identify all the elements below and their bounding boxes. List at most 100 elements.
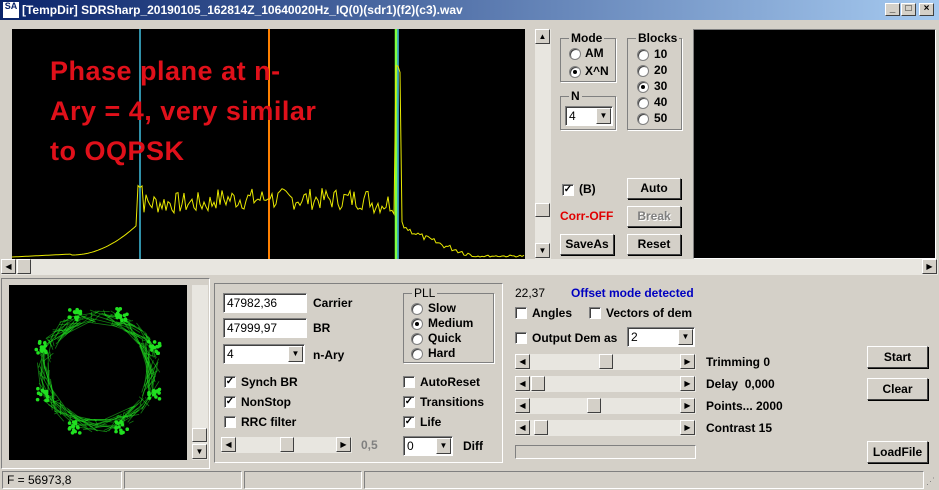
phase-cluster-point [42,347,46,352]
pll-medium-radio[interactable] [411,318,423,330]
phase-cluster-point [67,427,72,431]
maximize-button[interactable]: □ [901,3,916,16]
phase-vscroll-thumb[interactable] [192,428,207,442]
close-button[interactable]: × [919,3,934,16]
rolloff-slider[interactable]: ◀ ▶ [221,437,352,453]
scroll-left-icon[interactable]: ◀ [1,259,16,274]
trimming-slider[interactable]: ◀ ▶ [515,354,696,370]
chevron-down-icon[interactable]: ▼ [288,346,303,362]
scroll-right-icon[interactable]: ▶ [922,259,937,274]
blocks-50-radio[interactable] [637,113,649,125]
minimize-button[interactable]: _ [885,3,900,16]
phase-vscrollbar[interactable]: ▼ [192,285,208,460]
corr-status: Corr-OFF [560,209,614,223]
carrier-input[interactable]: 47982,36 [223,293,307,313]
spectrum-hscrollbar[interactable]: ◀ ▶ [1,259,938,275]
angles-checkbox[interactable] [515,307,527,319]
resize-grip-icon[interactable]: ⋰ [926,476,938,488]
vectors-checkbox[interactable] [589,307,601,319]
scroll-up-icon[interactable]: ▲ [535,29,550,44]
carrier-label: Carrier [313,296,353,310]
reset-button[interactable]: Reset [627,234,681,255]
life-checkbox[interactable]: ✓ [403,416,415,428]
rolloff-right-icon[interactable]: ▶ [336,437,351,452]
diff-value: 0 [407,439,414,453]
nonstop-label: NonStop [241,395,291,409]
delay-left-icon[interactable]: ◀ [515,376,530,391]
blocks-40-radio[interactable] [637,97,649,109]
spectrum-display[interactable]: Phase plane at n- Ary = 4, very similar … [12,29,525,259]
phase-cluster-point [45,398,50,403]
mode-am-radio[interactable] [569,48,581,60]
pll-quick-radio[interactable] [411,333,423,345]
points-thumb[interactable] [586,398,601,413]
rolloff-value: 0,5 [361,438,378,452]
contrast-right-icon[interactable]: ▶ [680,420,695,435]
output-dem-checkbox[interactable] [515,332,527,344]
trimming-left-icon[interactable]: ◀ [515,354,530,369]
chevron-down-icon[interactable]: ▼ [678,329,693,345]
b-checkbox[interactable]: ✓ [562,184,574,196]
trimming-right-icon[interactable]: ▶ [680,354,695,369]
mode-xn-radio[interactable] [569,66,581,78]
clear-button[interactable]: Clear [867,378,928,400]
pll-slow-radio[interactable] [411,303,423,315]
blocks-20-radio[interactable] [637,65,649,77]
points-left-icon[interactable]: ◀ [515,398,530,413]
points-slider[interactable]: ◀ ▶ [515,398,696,414]
points-right-icon[interactable]: ▶ [680,398,695,413]
delay-right-icon[interactable]: ▶ [680,376,695,391]
n-group: N 4 ▼ [560,89,616,130]
contrast-slider[interactable]: ◀ ▶ [515,420,696,436]
blocks-30-radio[interactable] [637,81,649,93]
delay-slider[interactable]: ◀ ▶ [515,376,696,392]
rrc-checkbox[interactable] [224,416,236,428]
contrast-left-icon[interactable]: ◀ [515,420,530,435]
transitions-checkbox[interactable]: ✓ [403,396,415,408]
scroll-down-icon[interactable]: ▼ [535,243,550,258]
n-select[interactable]: 4 ▼ [565,106,613,126]
nary-select[interactable]: 4 ▼ [223,344,305,364]
diff-select[interactable]: 0 ▼ [403,436,453,456]
chevron-down-icon[interactable]: ▼ [436,438,451,454]
delay-thumb[interactable] [531,376,545,391]
phase-cluster-point [125,427,130,432]
rolloff-left-icon[interactable]: ◀ [221,437,236,452]
contrast-thumb[interactable] [533,420,548,435]
blocks-10-radio[interactable] [637,49,649,61]
mode-group: Mode AM X^N [560,31,616,82]
autoreset-checkbox[interactable] [403,376,415,388]
pll-hard-radio[interactable] [411,348,423,360]
angles-label: Angles [532,306,573,320]
saveas-button[interactable]: SaveAs [560,234,614,255]
phase-trace [67,411,98,426]
nonstop-checkbox[interactable]: ✓ [224,396,236,408]
hscroll-thumb[interactable] [17,259,31,274]
break-button[interactable]: Break [627,206,681,227]
b-label: (B) [579,182,596,196]
vscroll-thumb[interactable] [535,203,550,217]
phase-cluster-point [116,308,121,313]
loadfile-button[interactable]: LoadFile [867,441,928,463]
phase-cluster-point [34,347,39,352]
spectrum-vscrollbar[interactable]: ▲ ▼ [535,29,551,259]
phase-cluster-point [156,389,160,393]
phase-scroll-down-icon[interactable]: ▼ [192,444,207,459]
title-bar: SA [TempDir] SDRSharp_20190105_162814Z_1… [0,0,939,20]
secondary-display [693,29,936,259]
output-dem-select[interactable]: 2 ▼ [627,327,695,347]
auto-button[interactable]: Auto [627,178,681,199]
pll-hard-label: Hard [428,346,456,360]
diff-label: Diff [463,439,483,453]
chevron-down-icon[interactable]: ▼ [596,108,611,124]
rolloff-thumb[interactable] [280,437,294,452]
synch-br-checkbox[interactable]: ✓ [224,376,236,388]
trimming-thumb[interactable] [599,354,613,369]
blocks-40-label: 40 [654,95,668,109]
phase-cluster-point [119,428,123,433]
start-button[interactable]: Start [867,346,928,368]
status-frequency: F = 56973,8 [2,471,122,489]
br-input[interactable]: 47999,97 [223,318,307,338]
window-title: [TempDir] SDRSharp_20190105_162814Z_1064… [22,3,463,17]
phase-plane-display [9,285,187,460]
